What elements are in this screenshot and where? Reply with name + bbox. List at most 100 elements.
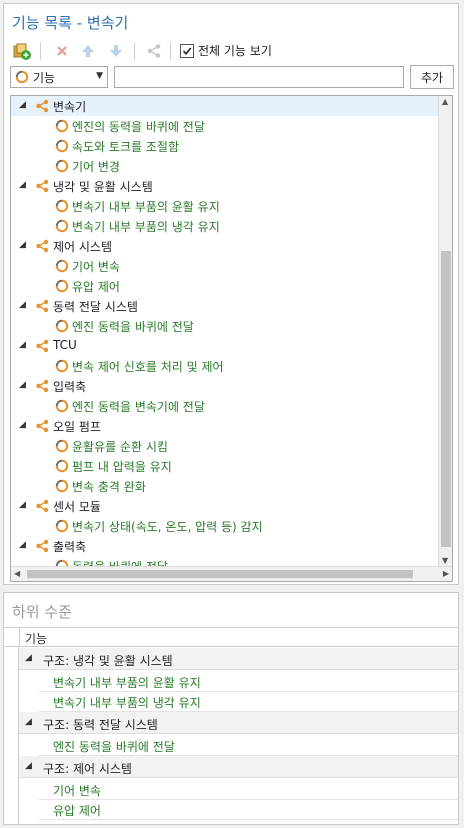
expand-toggle-icon[interactable]: ◢ — [19, 100, 26, 110]
tree-function-node[interactable]: 변속 충격 완화 — [11, 476, 439, 496]
scroll-right-icon[interactable]: ▶ — [443, 569, 449, 578]
grid-header: 기능 — [5, 628, 458, 647]
structure-icon — [35, 179, 49, 193]
scroll-left-icon[interactable]: ◀ — [14, 569, 20, 578]
checkmark-icon — [182, 46, 192, 55]
grid-group-label: 구조: 동력 전달 시스템 — [43, 718, 158, 732]
tree-function-node[interactable]: 엔진의 동력을 바퀴에 전달 — [11, 116, 439, 136]
toolbar-separator — [134, 42, 135, 60]
grid-group-row[interactable]: ◢ 구조: 냉각 및 윤활 시스템 — [19, 648, 458, 670]
scroll-up-icon[interactable]: ▲ — [442, 97, 448, 106]
grid-group-row[interactable]: ◢ 구조: 제어 시스템 — [19, 756, 458, 778]
grid-group-label: 구조: 제어 시스템 — [43, 762, 132, 776]
function-icon — [55, 399, 69, 413]
grid-group-label: 구조: 냉각 및 윤활 시스템 — [43, 654, 173, 668]
grid-item-row[interactable]: 기어 변속 — [39, 779, 458, 800]
share-button[interactable] — [144, 41, 164, 61]
scroll-down-icon[interactable]: ▼ — [442, 556, 448, 565]
expand-toggle-icon[interactable]: ◢ — [19, 420, 26, 430]
tree-node-label: 변속 제어 신호를 처리 및 제어 — [72, 360, 224, 374]
structure-icon — [35, 379, 49, 393]
expand-toggle-icon[interactable]: ◢ — [19, 300, 26, 310]
tree-node-label: 기어 변경 — [72, 160, 120, 174]
show-all-label: 전체 기능 보기 — [198, 44, 272, 58]
function-icon — [55, 139, 69, 153]
tree-node-label: 변속기 내부 부품의 냉각 유지 — [72, 220, 220, 234]
expand-toggle-icon[interactable]: ◢ — [19, 340, 26, 350]
tree-group-node[interactable]: ◢ 동력 전달 시스템 — [11, 296, 439, 316]
function-icon — [55, 159, 69, 173]
add-button[interactable]: 추가 — [410, 65, 454, 89]
function-tree[interactable]: ◢ 변속기 엔진의 동력을 바퀴에 전달 속도와 토크를 조절함기어 변경 ◢ 냉각 및 … — [10, 95, 453, 582]
toolbar-separator — [170, 42, 171, 60]
delete-button[interactable] — [52, 41, 72, 61]
structure-icon — [35, 239, 49, 253]
move-up-button[interactable] — [78, 41, 98, 61]
move-down-button[interactable] — [106, 41, 126, 61]
expand-toggle-icon[interactable]: ◢ — [19, 180, 26, 190]
tree-function-node[interactable]: 기어 변경 — [11, 156, 439, 176]
tree-group-node[interactable]: ◢ 냉각 및 윤활 시스템 — [11, 176, 439, 196]
tree-function-node[interactable]: 엔진 동력을 변속기에 전달 — [11, 396, 439, 416]
horizontal-scrollbar[interactable]: ◀ ▶ — [11, 566, 452, 581]
grid-header-divider — [19, 628, 20, 646]
function-icon — [15, 70, 29, 84]
function-icon — [55, 199, 69, 213]
tree-node-label: 센서 모듈 — [53, 500, 101, 514]
tree-group-node[interactable]: ◢ 출력축 — [11, 536, 439, 556]
grid-group-row[interactable]: ◢ 구조: 동력 전달 시스템 — [19, 712, 458, 734]
tree-function-node[interactable]: 변속기 상태(속도, 온도, 압력 등) 감지 — [11, 516, 439, 536]
item-type-select[interactable]: 기능 ▼ — [10, 66, 108, 88]
arrow-up-icon — [82, 45, 94, 57]
add-function-button[interactable] — [12, 41, 32, 61]
delete-icon — [57, 46, 67, 56]
tree-group-node[interactable]: ◢ TCU — [11, 336, 439, 356]
panel-title: 기능 목록 - 변속기 — [12, 14, 129, 32]
structure-icon — [35, 99, 49, 113]
tree-function-node[interactable]: 변속 제어 신호를 처리 및 제어 — [11, 356, 439, 376]
expand-toggle-icon[interactable]: ◢ — [19, 240, 26, 250]
vertical-scrollbar[interactable]: ▲ ▼ — [438, 96, 452, 566]
expand-toggle-icon[interactable]: ◢ — [25, 761, 32, 771]
column-header-function[interactable]: 기능 — [25, 630, 47, 647]
structure-icon — [35, 419, 49, 433]
grid-item-row[interactable]: 변속기 내부 부품의 윤활 유지 — [39, 671, 458, 692]
grid-item-label: 엔진 동력을 바퀴에 전달 — [53, 740, 175, 754]
tree-function-node[interactable]: 동력을 바퀴에 전달 — [11, 556, 439, 566]
tree-group-node[interactable]: ◢ 입력축 — [11, 376, 439, 396]
expand-toggle-icon[interactable]: ◢ — [25, 717, 32, 727]
expand-toggle-icon[interactable]: ◢ — [19, 540, 26, 550]
function-icon — [55, 279, 69, 293]
tree-group-node[interactable]: ◢ 변속기 — [11, 96, 439, 116]
expand-toggle-icon[interactable]: ◢ — [19, 380, 26, 390]
tree-function-node[interactable]: 기어 변속 — [11, 256, 439, 276]
horizontal-scroll-thumb[interactable] — [27, 570, 413, 578]
tree-node-label: 변속기 내부 부품의 윤활 유지 — [72, 200, 220, 214]
tree-group-node[interactable]: ◢ 제어 시스템 — [11, 236, 439, 256]
tree-function-node[interactable]: 유압 제어 — [11, 276, 439, 296]
tree-function-node[interactable]: 윤활유를 순환 시킴 — [11, 436, 439, 456]
tree-function-node[interactable]: 변속기 내부 부품의 윤활 유지 — [11, 196, 439, 216]
tree-group-node[interactable]: ◢ 센서 모듈 — [11, 496, 439, 516]
tree-function-node[interactable]: 속도와 토크를 조절함 — [11, 136, 439, 156]
expand-toggle-icon[interactable]: ◢ — [25, 653, 32, 663]
tree-function-node[interactable]: 엔진 동력을 바퀴에 전달 — [11, 316, 439, 336]
tree-function-node[interactable]: 변속기 내부 부품의 냉각 유지 — [11, 216, 439, 236]
item-type-selected: 기능 — [33, 70, 56, 85]
vertical-scroll-thumb[interactable] — [441, 251, 451, 547]
grid-item-row[interactable]: 변속기 내부 부품의 냉각 유지 — [39, 691, 458, 712]
grid-item-row[interactable]: 엔진 동력을 바퀴에 전달 — [39, 735, 458, 756]
show-all-functions-toggle[interactable]: 전체 기능 보기 — [180, 42, 272, 59]
tree-node-label: 출력축 — [53, 540, 87, 554]
expand-toggle-icon[interactable]: ◢ — [19, 500, 26, 510]
grid-item-row[interactable]: 유압 제어 — [39, 799, 458, 820]
tree-function-node[interactable]: 펌프 내 압력을 유지 — [11, 456, 439, 476]
tree-group-node[interactable]: ◢ 오일 펌프 — [11, 416, 439, 436]
add-function-icon — [13, 43, 31, 60]
search-input[interactable] — [114, 66, 404, 88]
function-icon — [55, 119, 69, 133]
tree-node-label: 동력을 바퀴에 전달 — [72, 558, 168, 566]
function-icon — [55, 459, 69, 473]
show-all-checkbox[interactable] — [180, 43, 194, 58]
grid-row-gutter — [5, 646, 19, 825]
